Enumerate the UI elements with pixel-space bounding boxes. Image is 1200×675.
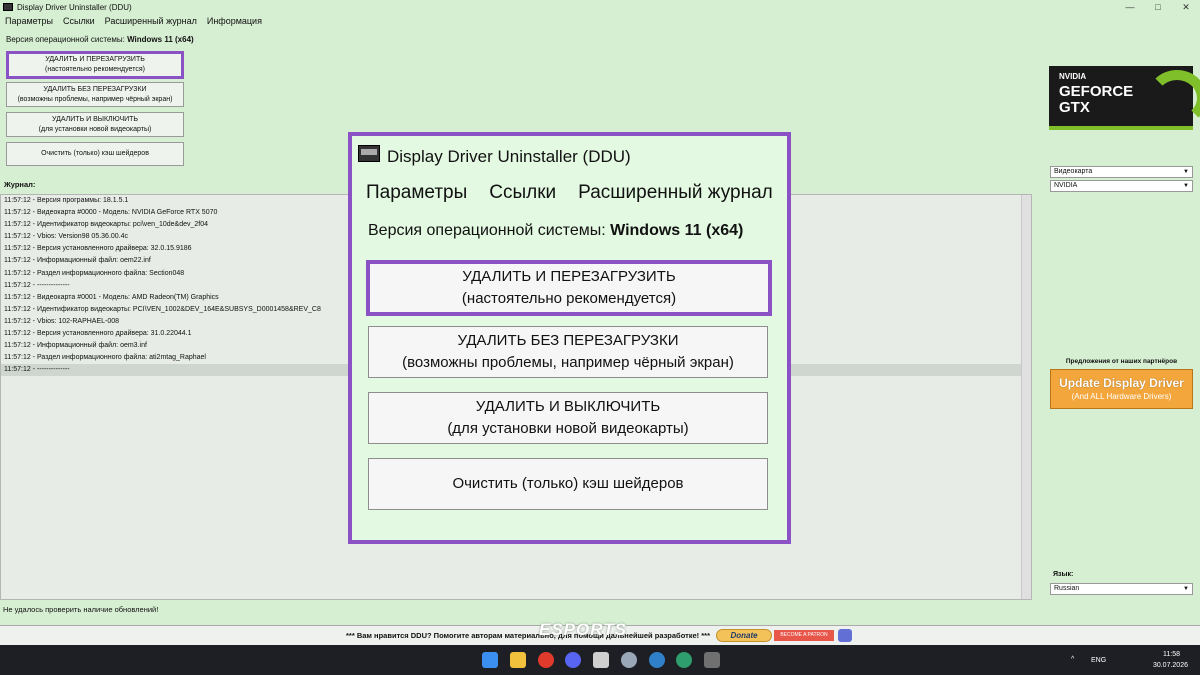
button-label: УДАЛИТЬ И ПЕРЕЗАГРУЗИТЬ (45, 56, 145, 63)
vendor-select[interactable]: NVIDIA ▼ (1050, 180, 1193, 192)
update-driver-ad-button[interactable]: Update Display Driver (And ALL Hardware … (1050, 369, 1193, 409)
title-bar: Display Driver Uninstaller (DDU) (0, 0, 1200, 14)
start-icon[interactable] (482, 652, 498, 668)
zoom-clean-no-restart-button[interactable]: УДАЛИТЬ БЕЗ ПЕРЕЗАГРУЗКИ (возможны пробл… (368, 326, 768, 378)
minimize-icon[interactable]: — (1116, 0, 1144, 14)
menu-info[interactable]: Информация (207, 16, 262, 30)
clean-and-shutdown-button[interactable]: УДАЛИТЬ И ВЫКЛЮЧИТЬ (для установки новой… (6, 112, 184, 137)
button-sublabel: (для установки новой видеокарты) (447, 420, 689, 437)
donation-message: *** Вам нравится DDU? Помогите авторам м… (346, 631, 711, 640)
menu-settings[interactable]: Параметры (5, 16, 53, 30)
log-scrollbar[interactable] (1021, 195, 1031, 599)
vendor-value: NVIDIA (1054, 182, 1078, 189)
yandex-browser-icon[interactable] (538, 652, 554, 668)
zoom-menu-advanced-log[interactable]: Расширенный журнал (578, 182, 773, 204)
telegram-icon[interactable] (649, 652, 665, 668)
window-controls: — □ ✕ (1116, 0, 1200, 14)
os-version-label: Версия операционной системы: (6, 35, 125, 44)
zoom-menu-settings[interactable]: Параметры (366, 182, 467, 204)
clean-no-restart-button[interactable]: УДАЛИТЬ БЕЗ ПЕРЕЗАГРУЗКИ (возможны пробл… (6, 82, 184, 107)
chevron-down-icon: ▼ (1183, 183, 1189, 189)
language-value: Russian (1054, 585, 1080, 592)
journal-label: Журнал: (4, 180, 36, 189)
logo-brand: NVIDIA (1059, 72, 1087, 81)
button-label: УДАЛИТЬ БЕЗ ПЕРЕЗАГРУЗКИ (43, 85, 147, 93)
steam-icon[interactable] (621, 652, 637, 668)
discord-taskbar-icon[interactable] (565, 652, 581, 668)
zoom-clean-and-restart-button[interactable]: УДАЛИТЬ И ПЕРЕЗАГРУЗИТЬ (настоятельно ре… (366, 260, 772, 316)
button-sublabel: (для установки новой видеокарты) (38, 125, 152, 133)
globe-app-icon[interactable] (676, 652, 692, 668)
maximize-icon[interactable]: □ (1144, 0, 1172, 14)
tray-chevron-icon[interactable]: ^ (1071, 656, 1074, 663)
button-sublabel: (возможны проблемы, например чёрный экра… (17, 95, 173, 103)
zoom-os-version: Версия операционной системы: Windows 11 … (368, 222, 743, 240)
ddu-taskbar-icon[interactable] (704, 652, 720, 668)
language-select[interactable]: Russian ▼ (1050, 583, 1193, 595)
button-label: УДАЛИТЬ И ВЫКЛЮЧИТЬ (51, 115, 139, 123)
nvidia-geforce-logo: NVIDIA GEFORCE GTX (1049, 66, 1200, 130)
menu-links[interactable]: Ссылки (63, 16, 95, 30)
file-explorer-icon[interactable] (510, 652, 526, 668)
os-version-value: Windows 11 (x64) (127, 35, 194, 44)
donate-button[interactable]: Donate (716, 629, 772, 642)
os-version-value: Windows 11 (x64) (610, 222, 744, 239)
app-h-icon[interactable] (593, 652, 609, 668)
close-icon[interactable]: ✕ (1172, 0, 1200, 14)
ddu-app-icon (358, 145, 380, 162)
zoom-clear-shader-cache-button[interactable]: Очистить (только) кэш шейдеров (368, 458, 768, 510)
clean-and-restart-button[interactable]: УДАЛИТЬ И ПЕРЕЗАГРУЗИТЬ (настоятельно ре… (6, 51, 184, 79)
discord-icon[interactable] (838, 629, 852, 642)
button-label: УДАЛИТЬ И ПЕРЕЗАГРУЗИТЬ (462, 268, 676, 285)
ad-subtitle: (And ALL Hardware Drivers) (1071, 392, 1172, 401)
device-type-value: Видеокарта (1054, 168, 1093, 175)
taskbar: ^ ENG 11:58 30.07.2026 (0, 645, 1200, 675)
logo-line1: GEFORCE (1059, 83, 1134, 100)
ad-title: Update Display Driver (1059, 376, 1184, 390)
button-label: УДАЛИТЬ БЕЗ ПЕРЕЗАГРУЗКИ (457, 332, 679, 349)
partners-label: Предложения от наших партнёров (1065, 358, 1178, 365)
ddu-app-icon (3, 3, 13, 11)
device-type-select[interactable]: Видеокарта ▼ (1050, 166, 1193, 178)
zoomed-callout: Display Driver Uninstaller (DDU) Парамет… (348, 132, 791, 544)
esports-watermark: ESPORTS (539, 620, 627, 639)
chevron-down-icon: ▼ (1183, 169, 1189, 175)
zoom-clean-and-shutdown-button[interactable]: УДАЛИТЬ И ВЫКЛЮЧИТЬ (для установки новой… (368, 392, 768, 444)
button-label: Очистить (только) кэш шейдеров (41, 150, 149, 157)
status-text: Не удалось проверить наличие обновлений! (3, 605, 159, 614)
menu-bar: Параметры Ссылки Расширенный журнал Инфо… (0, 16, 262, 30)
zoom-window-title: Display Driver Uninstaller (DDU) (387, 147, 631, 166)
clock-date[interactable]: 30.07.2026 (1153, 662, 1188, 669)
button-sublabel: (настоятельно рекомендуется) (461, 290, 677, 307)
clear-shader-cache-button[interactable]: Очистить (только) кэш шейдеров (6, 142, 184, 166)
logo-line2: GTX (1059, 99, 1090, 116)
window-title: Display Driver Uninstaller (DDU) (17, 2, 132, 12)
language-label: Язык: (1053, 571, 1074, 578)
input-language[interactable]: ENG (1091, 657, 1106, 664)
os-version: Версия операционной системы: Windows 11 … (6, 35, 194, 44)
nvidia-swoosh-icon (1147, 70, 1200, 126)
button-label: УДАЛИТЬ И ВЫКЛЮЧИТЬ (475, 398, 661, 415)
menu-advanced-log[interactable]: Расширенный журнал (105, 16, 197, 30)
os-version-label: Версия операционной системы: (368, 222, 606, 239)
button-sublabel: (возможны проблемы, например чёрный экра… (402, 354, 734, 371)
clock-time[interactable]: 11:58 (1163, 651, 1180, 658)
zoom-menu-links[interactable]: Ссылки (489, 182, 556, 204)
zoom-menu-bar: Параметры Ссылки Расширенный журнал (366, 182, 773, 204)
chevron-down-icon: ▼ (1183, 586, 1189, 592)
button-sublabel: (настоятельно рекомендуется) (45, 66, 145, 73)
patreon-button[interactable]: BECOME A PATRON (774, 630, 834, 641)
button-label: Очистить (только) кэш шейдеров (452, 475, 684, 492)
